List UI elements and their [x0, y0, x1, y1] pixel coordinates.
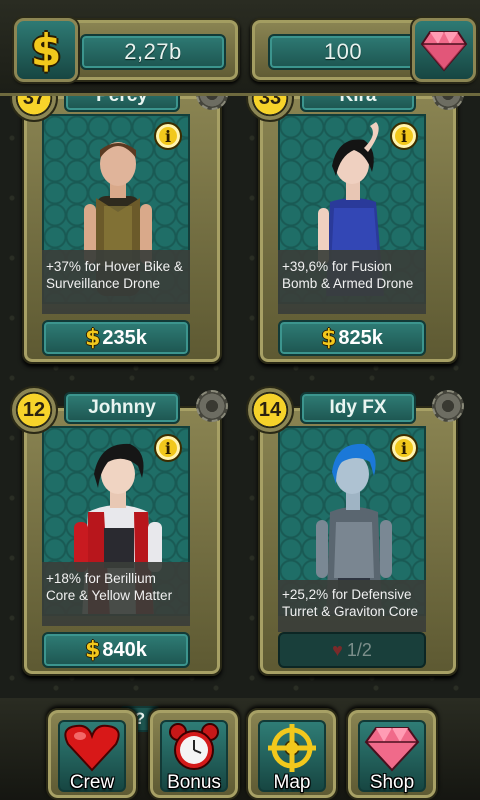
bonus-button[interactable]: Bonus	[148, 708, 240, 800]
level-badge: 12	[10, 386, 58, 434]
info-icon[interactable]: i	[154, 122, 182, 150]
info-icon[interactable]: i	[154, 434, 182, 462]
crew-card-percy[interactable]: 37 Percy i +37% for Hover Bike & Surveil…	[10, 74, 228, 374]
info-icon[interactable]: i	[390, 122, 418, 150]
gems-amount: 100	[268, 34, 418, 70]
crew-button[interactable]: Crew	[46, 708, 138, 800]
dollar-icon: $	[85, 325, 101, 351]
map-button-label: Map	[273, 772, 311, 793]
bonus-description: +18% for Berillium Core & Yellow Matter	[42, 562, 190, 626]
crew-button-label: Crew	[69, 772, 115, 793]
bonus-description: +37% for Hover Bike & Surveillance Drone	[42, 250, 190, 314]
map-icon	[268, 724, 316, 772]
hire-button[interactable]: $ 840k	[42, 632, 190, 668]
money-amount: 2,27b	[80, 34, 226, 70]
hire-button[interactable]: $ 825k	[278, 320, 426, 356]
heart-icon	[64, 724, 120, 772]
crew-card-kira[interactable]: 33 Kira i +39,6% for Fusion Bomb & Armed…	[246, 74, 464, 374]
character-name: Johnny	[64, 392, 180, 424]
info-icon[interactable]: i	[390, 434, 418, 462]
crew-card-idy-fx[interactable]: 14 Idy FX i +25,2% for Defensive Turret …	[246, 386, 464, 686]
crew-card-johnny[interactable]: 12 Johnny i +18% for Berillium Core & Ye…	[10, 386, 228, 686]
gem-icon	[420, 31, 468, 72]
dollar-icon: $	[30, 24, 62, 76]
hire-price: 235k	[102, 326, 147, 349]
gem-icon	[364, 727, 420, 772]
heart-icon: ♥	[332, 639, 343, 660]
gems-panel[interactable]: 100	[250, 18, 476, 82]
hire-price: 825k	[338, 326, 383, 349]
character-name: Idy FX	[300, 392, 416, 424]
money-panel[interactable]: $ 2,27b	[14, 18, 240, 82]
dollar-icon: $	[85, 637, 101, 663]
locked-progress: 1/2	[346, 639, 372, 660]
shop-button[interactable]: Shop	[346, 708, 438, 800]
map-button[interactable]: Map	[246, 708, 338, 800]
locked-progress-button[interactable]: ♥ 1/2	[278, 632, 426, 668]
hire-price: 840k	[102, 638, 147, 661]
top-resource-bar: $ 2,27b 100	[0, 0, 480, 96]
bonus-description: +39,6% for Fusion Bomb & Armed Drone	[278, 250, 426, 314]
money-icon-box: $	[14, 18, 78, 82]
level-badge: 14	[246, 386, 294, 434]
gem-icon-box	[412, 18, 476, 82]
bonus-description: +25,2% for Defensive Turret & Graviton C…	[278, 580, 426, 632]
bonus-button-label: Bonus	[167, 772, 221, 793]
hire-button[interactable]: $ 235k	[42, 320, 190, 356]
alarm-clock-icon	[169, 723, 219, 770]
dollar-icon: $	[321, 325, 337, 351]
gear-icon[interactable]	[432, 390, 464, 422]
shop-button-label: Shop	[369, 772, 415, 793]
gear-icon[interactable]	[196, 390, 228, 422]
